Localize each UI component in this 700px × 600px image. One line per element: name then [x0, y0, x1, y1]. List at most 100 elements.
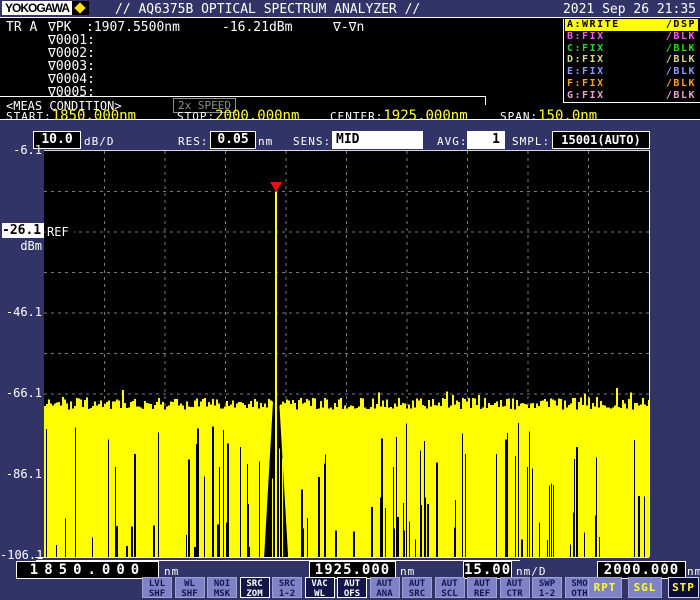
noise-dropout — [134, 454, 136, 557]
softkey-src-zom[interactable]: SRCZOM — [240, 577, 270, 598]
noise-dropout — [247, 464, 248, 557]
notch-line — [279, 449, 280, 557]
noise-dropout — [75, 427, 76, 557]
noise-dropout — [223, 430, 224, 557]
noise-dropout — [92, 538, 93, 558]
softkey-wl-shf[interactable]: WLSHF — [175, 577, 205, 598]
noise-dropout — [303, 528, 304, 557]
noise-dropout — [240, 447, 241, 557]
start-field: START: 1850.000nm — [6, 108, 136, 124]
trace-name: D:FIX — [567, 54, 605, 66]
y-tick-label: -86.1 — [0, 468, 42, 480]
noise-dropout — [553, 485, 554, 557]
trace-status-row-a: A:WRITE/DSP — [565, 19, 698, 31]
noise-dropout — [131, 527, 133, 558]
softkey-swp-1-2[interactable]: SWP1-2 — [532, 577, 562, 598]
softkey-src-1-2[interactable]: SRC1-2 — [272, 577, 302, 598]
noise-dropout — [425, 498, 426, 558]
noise-dropout — [644, 496, 645, 557]
noise-dropout — [599, 537, 600, 557]
stop-sweep-button[interactable]: STP — [668, 577, 699, 598]
trace-name: F:FIX — [567, 78, 605, 90]
noise-dropout — [108, 439, 109, 557]
sens-value-box: MID — [332, 131, 423, 149]
start-value: 1850.000nm — [52, 108, 136, 124]
softkey-lvl-shf[interactable]: LVLSHF — [142, 577, 172, 598]
softkey-aut-ofs[interactable]: AUTOFS — [337, 577, 367, 598]
noise-dropout — [521, 539, 523, 557]
single-sweep-button[interactable]: SGL — [628, 577, 662, 598]
noise-dropout — [307, 518, 308, 557]
noise-dropout — [573, 512, 574, 557]
app-title: // AQ6375B OPTICAL SPECTRUM ANALYZER // — [115, 2, 420, 17]
peak-marker-icon — [270, 182, 282, 192]
noise-dropout — [381, 439, 383, 558]
trace-name: C:FIX — [567, 43, 605, 55]
noise-dropout — [217, 525, 219, 557]
noise-dropout — [335, 530, 337, 557]
noise-dropout — [396, 437, 397, 557]
trace-display-status: /BLK — [666, 66, 696, 78]
noise-dropout — [505, 440, 507, 557]
noise-dropout — [515, 456, 516, 557]
trace-status-row-c: C:FIX/BLK — [565, 43, 698, 55]
noise-dropout — [465, 454, 466, 557]
softkey-aut-ref[interactable]: AUTREF — [467, 577, 497, 598]
trace-display-status: /BLK — [666, 78, 696, 90]
smpl-value-box: 15001(AUTO) — [552, 131, 650, 149]
trace-status-row-f: F:FIX/BLK — [565, 78, 698, 90]
noise-dropout — [547, 540, 548, 557]
softkey-aut-ctr[interactable]: AUTCTR — [500, 577, 530, 598]
noise-dropout — [371, 507, 373, 557]
noise-dropout — [518, 423, 519, 557]
noise-dropout — [595, 515, 596, 557]
noise-dropout — [424, 441, 425, 557]
noise-dropout — [219, 467, 220, 557]
res-value-box: 0.05 — [210, 131, 256, 149]
noise-dropout — [570, 544, 571, 557]
softkey-noi-msk[interactable]: NOIMSK — [207, 577, 237, 598]
noise-dropout — [196, 444, 198, 557]
start-label: START: — [6, 109, 52, 124]
noise-dropout — [56, 545, 57, 557]
noise-dropout — [385, 508, 386, 557]
noise-dropout — [539, 523, 540, 558]
noise-dropout — [116, 526, 118, 557]
noise-dropout — [325, 455, 326, 558]
noise-dropout — [115, 467, 116, 557]
trace-name: B:FIX — [567, 31, 605, 43]
noise-dropout — [301, 490, 303, 557]
trace-status-row-e: E:FIX/BLK — [565, 66, 698, 78]
softkey-aut-scl[interactable]: AUTSCL — [435, 577, 465, 598]
y-tick-label: -66.1 — [0, 387, 42, 399]
peak-level-value: -16.21dBm — [222, 20, 292, 35]
softkey-vac-wl[interactable]: VACWL — [305, 577, 335, 598]
noise-dropout — [427, 504, 429, 557]
softkey-aut-ana[interactable]: AUTANA — [370, 577, 400, 598]
noise-dropout — [259, 462, 260, 558]
res-label: RES: — [178, 135, 209, 148]
trace-display-status: /DSP — [666, 19, 696, 31]
ref-inline-label: REF — [47, 225, 69, 239]
trace-display-status: /BLK — [666, 90, 696, 102]
noise-dropout — [212, 426, 214, 557]
noise-dropout — [549, 485, 550, 557]
noise-dropout — [249, 547, 250, 557]
noise-dropout — [324, 463, 325, 557]
noise-dropout — [248, 504, 249, 557]
trace-display-status: /BLK — [666, 43, 696, 55]
notch-line — [282, 459, 283, 557]
noise-dropout — [126, 546, 128, 557]
trace-name: E:FIX — [567, 66, 605, 78]
noise-dropout — [454, 527, 456, 557]
softkey-aut-src[interactable]: AUTSRC — [402, 577, 432, 598]
trace-display-status: /BLK — [666, 54, 696, 66]
center-label: CENTER: — [330, 109, 383, 124]
peak-wavelength-value: :1907.5500nm — [86, 20, 180, 35]
noise-dropout — [462, 434, 463, 557]
span-label: SPAN: — [500, 109, 538, 124]
noise-dropout — [421, 505, 422, 557]
noise-dropout — [318, 477, 320, 557]
repeat-sweep-button[interactable]: RPT — [588, 577, 622, 598]
logo-text: YOKOGAWA — [2, 1, 72, 15]
